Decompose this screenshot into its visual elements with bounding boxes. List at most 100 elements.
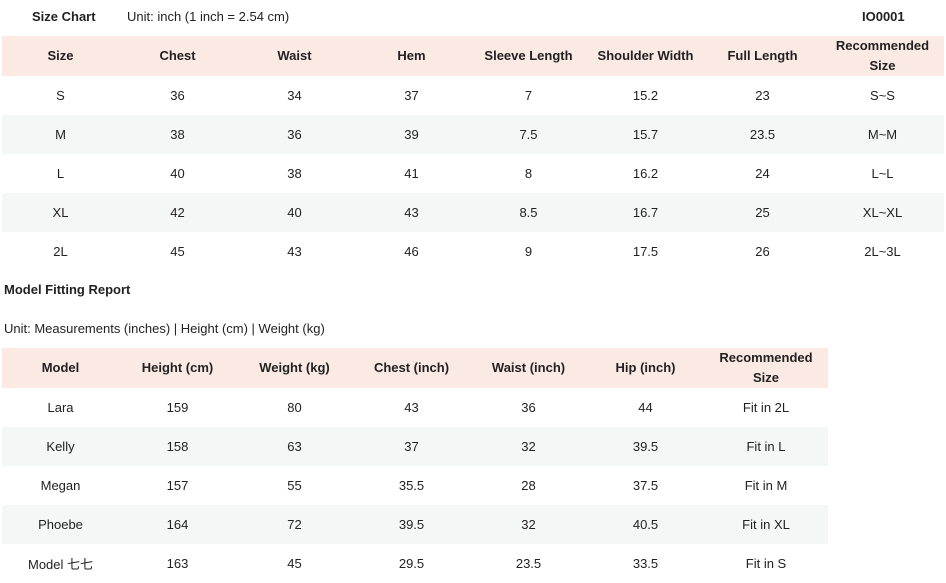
- table-cell: 80: [287, 400, 302, 415]
- table-cell: 15.2: [632, 88, 659, 103]
- table-cell: 36: [287, 127, 302, 142]
- table-cell: Phoebe: [38, 517, 83, 532]
- size-chart-unit-note: Unit: inch (1 inch = 2.54 cm): [127, 9, 290, 24]
- table-cell: L: [56, 166, 65, 181]
- table-cell: 33.5: [632, 556, 659, 571]
- table-cell: Megan: [40, 478, 81, 493]
- table-row: Model 七七 163 45 29.5 23.5 33.5 Fit in S: [2, 544, 828, 583]
- table-cell: 36: [170, 88, 185, 103]
- size-chart-header: Recommended Size: [835, 38, 930, 73]
- table-row: 2L 45 43 46 9 17.5 26 2L~3L: [2, 232, 944, 271]
- table-cell: 23.5: [749, 127, 776, 142]
- table-cell: 15.7: [632, 127, 659, 142]
- model-fitting-header: Chest (inch): [373, 360, 450, 375]
- table-cell: 46: [404, 244, 419, 259]
- table-row: S 36 34 37 7 15.2 23 S~S: [2, 76, 944, 115]
- table-cell: 24: [755, 166, 770, 181]
- table-cell: 37: [404, 88, 419, 103]
- table-cell: 37: [404, 439, 419, 454]
- table-cell: 23.5: [515, 556, 542, 571]
- model-fitting-header: Waist (inch): [491, 360, 566, 375]
- table-cell: Fit in XL: [742, 517, 790, 532]
- table-cell: S: [56, 88, 65, 103]
- table-cell: 36: [521, 400, 536, 415]
- table-cell: 164: [166, 517, 189, 532]
- size-chart-header: Size: [47, 48, 74, 63]
- table-cell: 26: [755, 244, 770, 259]
- model-fitting-table: Model Height (cm) Weight (kg) Chest (inc…: [2, 348, 828, 583]
- table-cell: 8.5: [519, 205, 538, 220]
- table-row: Kelly 158 63 37 32 39.5 Fit in L: [2, 427, 828, 466]
- table-cell: Fit in M: [744, 478, 788, 493]
- table-cell: 25: [755, 205, 770, 220]
- table-cell: 72: [287, 517, 302, 532]
- table-cell: 35.5: [398, 478, 425, 493]
- table-cell: Fit in S: [745, 556, 787, 571]
- table-cell: 45: [287, 556, 302, 571]
- size-chart-header: Waist: [277, 48, 312, 63]
- table-cell: 55: [287, 478, 302, 493]
- table-cell: 32: [521, 439, 536, 454]
- table-cell: 9: [524, 244, 533, 259]
- table-cell: L~L: [871, 166, 894, 181]
- table-cell: 63: [287, 439, 302, 454]
- table-cell: 41: [404, 166, 419, 181]
- table-cell: Kelly: [46, 439, 75, 454]
- product-code: IO0001: [862, 9, 905, 24]
- table-cell: 40.5: [632, 517, 659, 532]
- table-cell: 43: [404, 400, 419, 415]
- table-row: Phoebe 164 72 39.5 32 40.5 Fit in XL: [2, 505, 828, 544]
- table-cell: 38: [170, 127, 185, 142]
- table-cell: 23: [755, 88, 770, 103]
- size-chart-header: Chest: [159, 48, 196, 63]
- table-cell: 2L: [53, 244, 68, 259]
- table-row: Megan 157 55 35.5 28 37.5 Fit in M: [2, 466, 828, 505]
- model-fitting-header-row: Model Height (cm) Weight (kg) Chest (inc…: [2, 348, 828, 388]
- table-cell: 32: [521, 517, 536, 532]
- table-cell: S~S: [870, 88, 895, 103]
- table-cell: 45: [170, 244, 185, 259]
- table-cell: 16.2: [632, 166, 659, 181]
- model-fitting-title: Model Fitting Report: [4, 282, 131, 297]
- table-cell: Fit in L: [746, 439, 786, 454]
- table-cell: 7.5: [519, 127, 538, 142]
- table-cell: 8: [524, 166, 533, 181]
- size-chart-header-row: Size Chest Waist Hem Sleeve Length Shoul…: [2, 36, 944, 76]
- model-fitting-header: Weight (kg): [259, 360, 330, 375]
- model-fitting-header: Recommended Size: [719, 350, 813, 385]
- table-cell: 7: [524, 88, 533, 103]
- size-chart-header: Full Length: [727, 48, 798, 63]
- table-row: L 40 38 41 8 16.2 24 L~L: [2, 154, 944, 193]
- table-cell: Lara: [47, 400, 74, 415]
- table-row: M 38 36 39 7.5 15.7 23.5 M~M: [2, 115, 944, 154]
- table-cell: 157: [166, 478, 189, 493]
- table-cell: XL: [52, 205, 69, 220]
- table-cell: 39: [404, 127, 419, 142]
- table-row: Lara 159 80 43 36 44 Fit in 2L: [2, 388, 828, 427]
- model-fitting-header: Model: [41, 360, 80, 375]
- table-cell: 43: [404, 205, 419, 220]
- table-cell: XL~XL: [862, 205, 903, 220]
- table-cell: 163: [166, 556, 189, 571]
- size-chart-header: Shoulder Width: [597, 48, 694, 63]
- table-cell: 16.7: [632, 205, 659, 220]
- model-fitting-header: Height (cm): [141, 360, 214, 375]
- table-cell: 38: [287, 166, 302, 181]
- table-cell: 34: [287, 88, 302, 103]
- table-cell: 28: [521, 478, 536, 493]
- table-cell: 40: [170, 166, 185, 181]
- table-cell: 44: [638, 400, 653, 415]
- size-chart-header: Hem: [397, 48, 426, 63]
- table-cell: 17.5: [632, 244, 659, 259]
- table-cell: M: [55, 127, 66, 142]
- table-cell: 29.5: [398, 556, 425, 571]
- table-cell: 39.5: [632, 439, 659, 454]
- table-cell: 42: [170, 205, 185, 220]
- table-cell: 158: [166, 439, 189, 454]
- table-cell: 159: [166, 400, 189, 415]
- table-cell: 2L~3L: [864, 244, 901, 259]
- size-chart-header: Sleeve Length: [484, 48, 573, 63]
- size-chart-table: Size Chest Waist Hem Sleeve Length Shoul…: [2, 36, 944, 271]
- table-cell: 43: [287, 244, 302, 259]
- table-cell: M~M: [867, 127, 898, 142]
